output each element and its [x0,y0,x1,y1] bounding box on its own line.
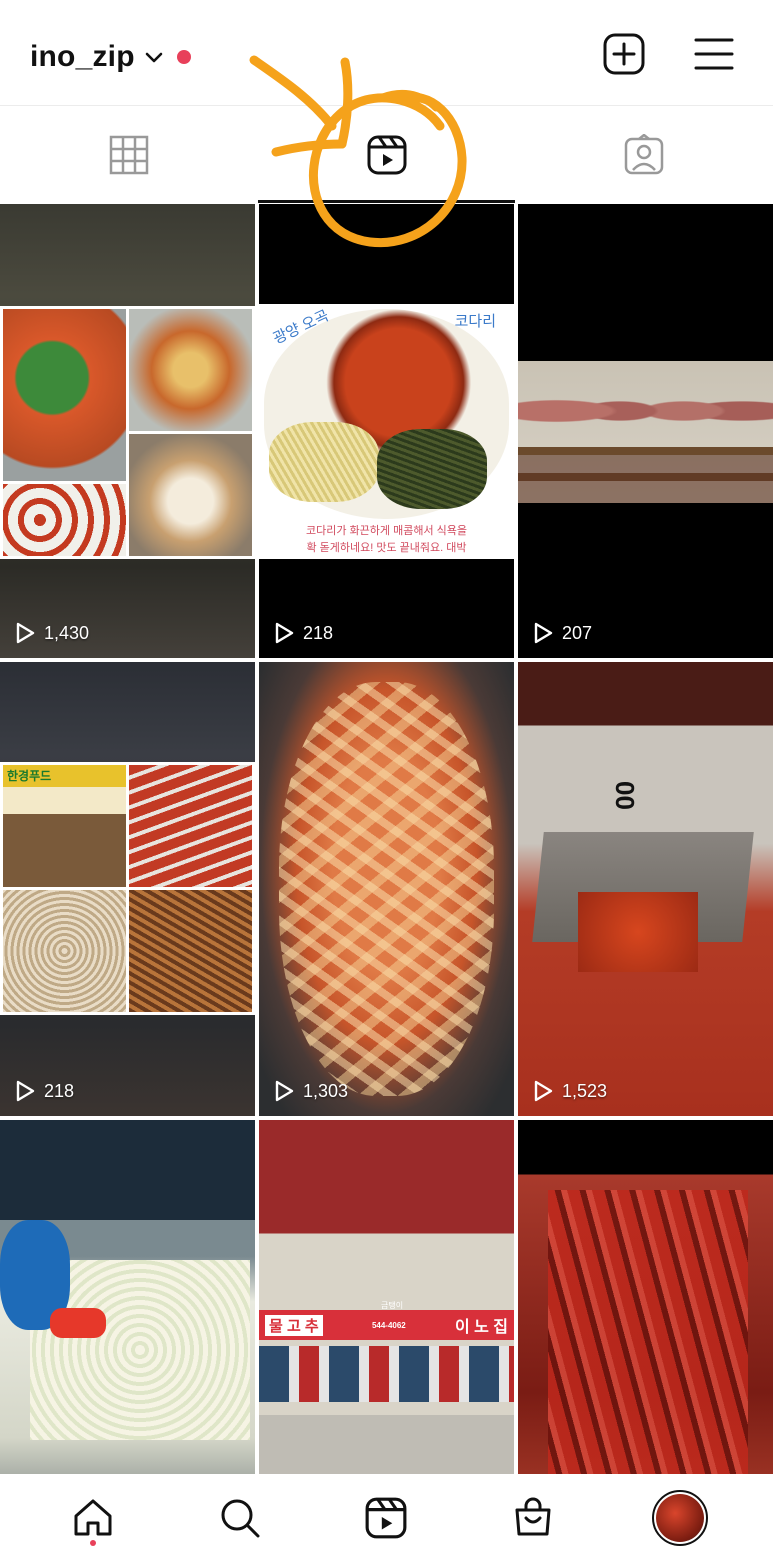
avatar [651,1490,708,1546]
sticker-text: 코다리 [454,313,496,330]
caption-line: 코다리가 화끈하게 매콤해서 식욕을 [306,525,467,537]
shop-icon [515,1497,551,1536]
play-icon [16,622,35,644]
nav-home[interactable] [53,1478,133,1558]
nav-shop[interactable] [493,1478,573,1558]
account-switcher[interactable]: ino_zip [30,40,191,74]
sign-phone: 544-4062 [371,1320,406,1330]
play-icon [534,622,553,644]
tagged-icon [624,134,664,175]
play-icon [275,622,294,644]
play-icon [16,1080,35,1102]
profile-header: ino_zip [0,0,773,106]
reel-tile[interactable]: 1,303 [259,662,514,1116]
view-count: 1,430 [14,622,89,644]
menu-button[interactable] [690,30,738,78]
view-count: 1,303 [273,1080,348,1102]
sign-text: 금탱이 [381,1301,404,1310]
reel-thumbnail: 광양 오곡 코다리 코다리가 화끈하게 매콤해서 식욕을 확 돋게하네요! 맛도… [259,304,514,559]
play-icon [275,1080,294,1102]
sign-text: 이 노 집 [454,1319,508,1336]
home-icon [74,1499,112,1536]
reel-thumbnail: 한경푸드 [0,762,255,1015]
nav-reels[interactable] [346,1478,426,1558]
username: ino_zip [30,40,135,73]
chevron-down-icon [143,46,165,68]
shop-sign-text: 한경푸드 [7,769,52,783]
reels-grid: 1,430 광양 오곡 코다리 코다리가 화끈하게 매콤해서 식욕을 확 돋게하… [0,204,773,1562]
reel-thumbnail [518,361,773,503]
view-count: 218 [14,1080,74,1102]
reel-tile[interactable]: 한경푸드 218 [0,662,255,1116]
grid-icon [109,135,149,175]
profile-tabs [0,107,773,203]
tab-tagged[interactable] [515,107,773,203]
notification-dot [176,50,191,64]
bag-label: 00 [609,781,640,810]
search-icon [221,1499,260,1538]
create-post-button[interactable] [600,30,648,78]
tab-posts-grid[interactable] [0,107,258,203]
sign-text: 물 고 추 [265,1314,323,1336]
caption-line: 확 돋게하네요! 맛도 끝내줘요. 대박 [306,542,467,554]
reels-icon [367,135,406,175]
notification-dot [90,1540,97,1546]
hamburger-icon [694,38,734,70]
view-count: 218 [273,622,333,644]
nav-profile[interactable] [640,1478,720,1558]
view-count: 207 [532,622,592,644]
reel-thumbnail [0,306,255,559]
tab-reels[interactable] [257,107,516,203]
reel-tile[interactable]: 광양 오곡 코다리 코다리가 화끈하게 매콤해서 식욕을 확 돋게하네요! 맛도… [259,204,514,658]
bottom-navigation [0,1474,773,1562]
plus-square-icon [603,33,645,75]
play-icon [534,1080,553,1102]
reel-tile[interactable]: 1,430 [0,204,255,658]
reel-tile[interactable]: 207 [518,204,773,658]
reels-icon [366,1497,407,1539]
nav-search[interactable] [200,1478,280,1558]
reel-tile[interactable]: 00 1,523 [518,662,773,1116]
view-count: 1,523 [532,1080,607,1102]
